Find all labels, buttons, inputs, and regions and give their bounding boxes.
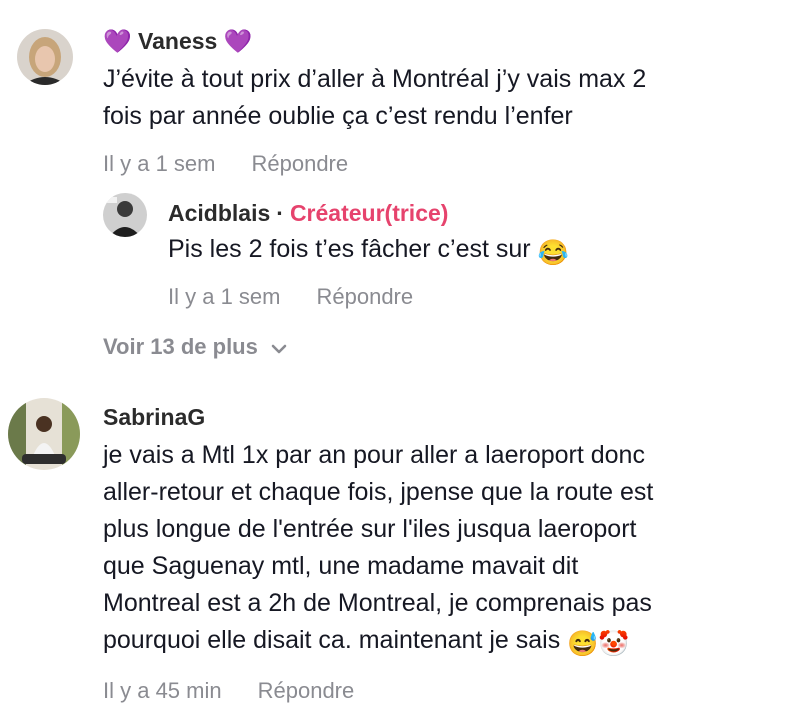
comment-meta: Il y a 45 min Répondre	[103, 678, 354, 704]
comment-text-line: Montreal est a 2h de Montreal, je compre…	[103, 589, 652, 617]
reply-text-content: Pis les 2 fois t’es fâcher c’est sur	[168, 235, 531, 263]
laughing-emoji-icon: 😂	[537, 239, 569, 267]
sweat-smile-clown-emoji-icon: 😅🤡	[567, 630, 630, 658]
comment-meta: Il y a 1 sem Répondre	[103, 151, 348, 177]
chevron-down-icon	[271, 344, 287, 354]
creator-badge: Créateur(trice)	[289, 200, 449, 226]
comment-text-line: plus longue de l'entrée sur l'iles jusqu…	[103, 515, 637, 543]
avatar-photo-icon	[17, 29, 73, 85]
reply-button[interactable]: Répondre	[251, 151, 348, 176]
comment-text-line: aller-retour et chaque fois, jpense que …	[103, 478, 654, 506]
reply-button[interactable]: Répondre	[316, 284, 413, 309]
reply-button[interactable]: Répondre	[258, 678, 355, 703]
comment-text-line: pourquoi elle disait ca. maintenant je s…	[103, 626, 561, 654]
reply-text: Pis les 2 fois t’es fâcher c’est sur 😂	[168, 231, 569, 272]
comment-text: je vais a Mtl 1x par an pour aller a lae…	[103, 437, 653, 663]
reply-header: Acidblais · Créateur(trice)	[168, 199, 448, 227]
comment-username[interactable]: 💜 Vaness 💜	[103, 27, 252, 55]
view-more-replies-button[interactable]: Voir 13 de plus	[103, 334, 288, 360]
avatar[interactable]	[8, 398, 80, 470]
comment-text-line: J’évite à tout prix d’aller à Montréal j…	[103, 65, 647, 93]
comment-text-line: fois par année oublie ça c’est rendu l’e…	[103, 102, 573, 130]
avatar[interactable]	[103, 193, 147, 237]
comment-text-line-last: pourquoi elle disait ca. maintenant je s…	[103, 622, 653, 663]
comment-username[interactable]: SabrinaG	[103, 403, 205, 431]
reply-timestamp: Il y a 1 sem	[168, 284, 281, 309]
comment-timestamp: Il y a 1 sem	[103, 151, 216, 176]
comment-text-line: que Saguenay mtl, une madame mavait dit	[103, 552, 579, 580]
reply-username[interactable]: Acidblais	[168, 200, 270, 226]
separator-dot: ·	[276, 200, 284, 226]
avatar-photo-icon	[103, 193, 147, 237]
view-more-label: Voir 13 de plus	[103, 334, 258, 359]
avatar-photo-icon	[8, 398, 80, 470]
comment-text-line: je vais a Mtl 1x par an pour aller a lae…	[103, 441, 645, 469]
avatar[interactable]	[17, 29, 73, 85]
comment-text: J’évite à tout prix d’aller à Montréal j…	[103, 61, 646, 135]
comment-timestamp: Il y a 45 min	[103, 678, 222, 703]
reply-meta: Il y a 1 sem Répondre	[168, 284, 413, 310]
